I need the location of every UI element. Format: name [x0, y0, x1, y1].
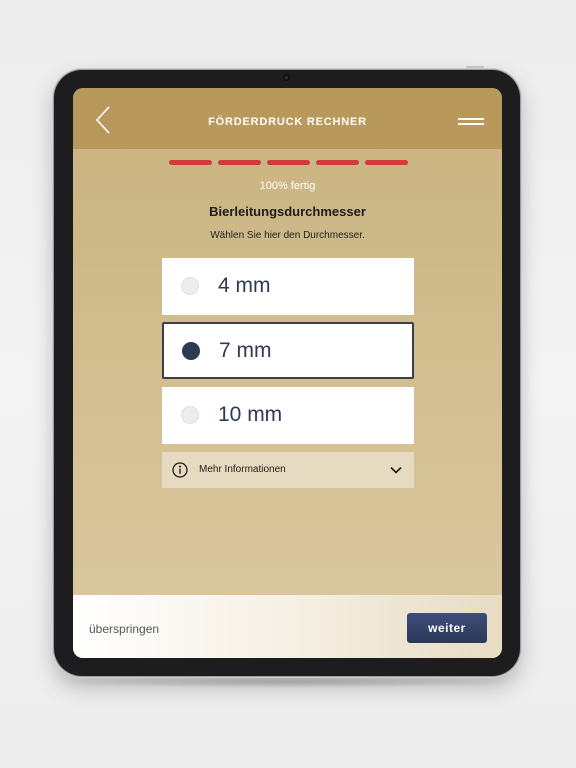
tablet-frame: FÖRDERDRUCK RECHNER 100% fertig Bierleit…	[54, 70, 520, 676]
device-shadow	[50, 676, 526, 688]
info-icon	[172, 462, 188, 478]
chevron-down-icon[interactable]	[390, 465, 402, 475]
radio-button[interactable]	[181, 406, 199, 424]
more-info-label: Mehr Informationen	[199, 464, 286, 475]
progress-segment	[169, 160, 212, 165]
option-4mm[interactable]: 4 mm	[162, 258, 414, 315]
hardware-button	[466, 66, 484, 69]
progress-segment	[267, 160, 310, 165]
next-button[interactable]: weiter	[407, 613, 487, 643]
app-header: FÖRDERDRUCK RECHNER	[73, 88, 502, 149]
camera-icon	[283, 74, 290, 81]
question-subtitle: Wählen Sie hier den Durchmesser.	[210, 230, 365, 241]
progress-label: 100% fertig	[259, 180, 316, 192]
option-label: 4 mm	[218, 274, 271, 297]
radio-button[interactable]	[181, 277, 199, 295]
progress-segment	[365, 160, 408, 165]
hamburger-menu-icon[interactable]	[458, 118, 484, 126]
question-title: Bierleitungsdurchmesser	[209, 204, 366, 219]
skip-link[interactable]: überspringen	[89, 622, 159, 636]
progress-segment	[218, 160, 261, 165]
radio-button[interactable]	[182, 342, 200, 360]
option-7mm[interactable]: 7 mm	[162, 322, 414, 379]
option-10mm[interactable]: 10 mm	[162, 387, 414, 444]
progress-bar	[169, 160, 408, 166]
page-title: FÖRDERDRUCK RECHNER	[208, 116, 367, 128]
more-info-toggle[interactable]: Mehr Informationen	[162, 452, 414, 488]
option-label: 10 mm	[218, 403, 283, 426]
progress-segment	[316, 160, 359, 165]
footer-bar: überspringen weiter	[73, 595, 502, 658]
option-label: 7 mm	[219, 339, 272, 362]
app-screen: FÖRDERDRUCK RECHNER 100% fertig Bierleit…	[73, 88, 502, 658]
